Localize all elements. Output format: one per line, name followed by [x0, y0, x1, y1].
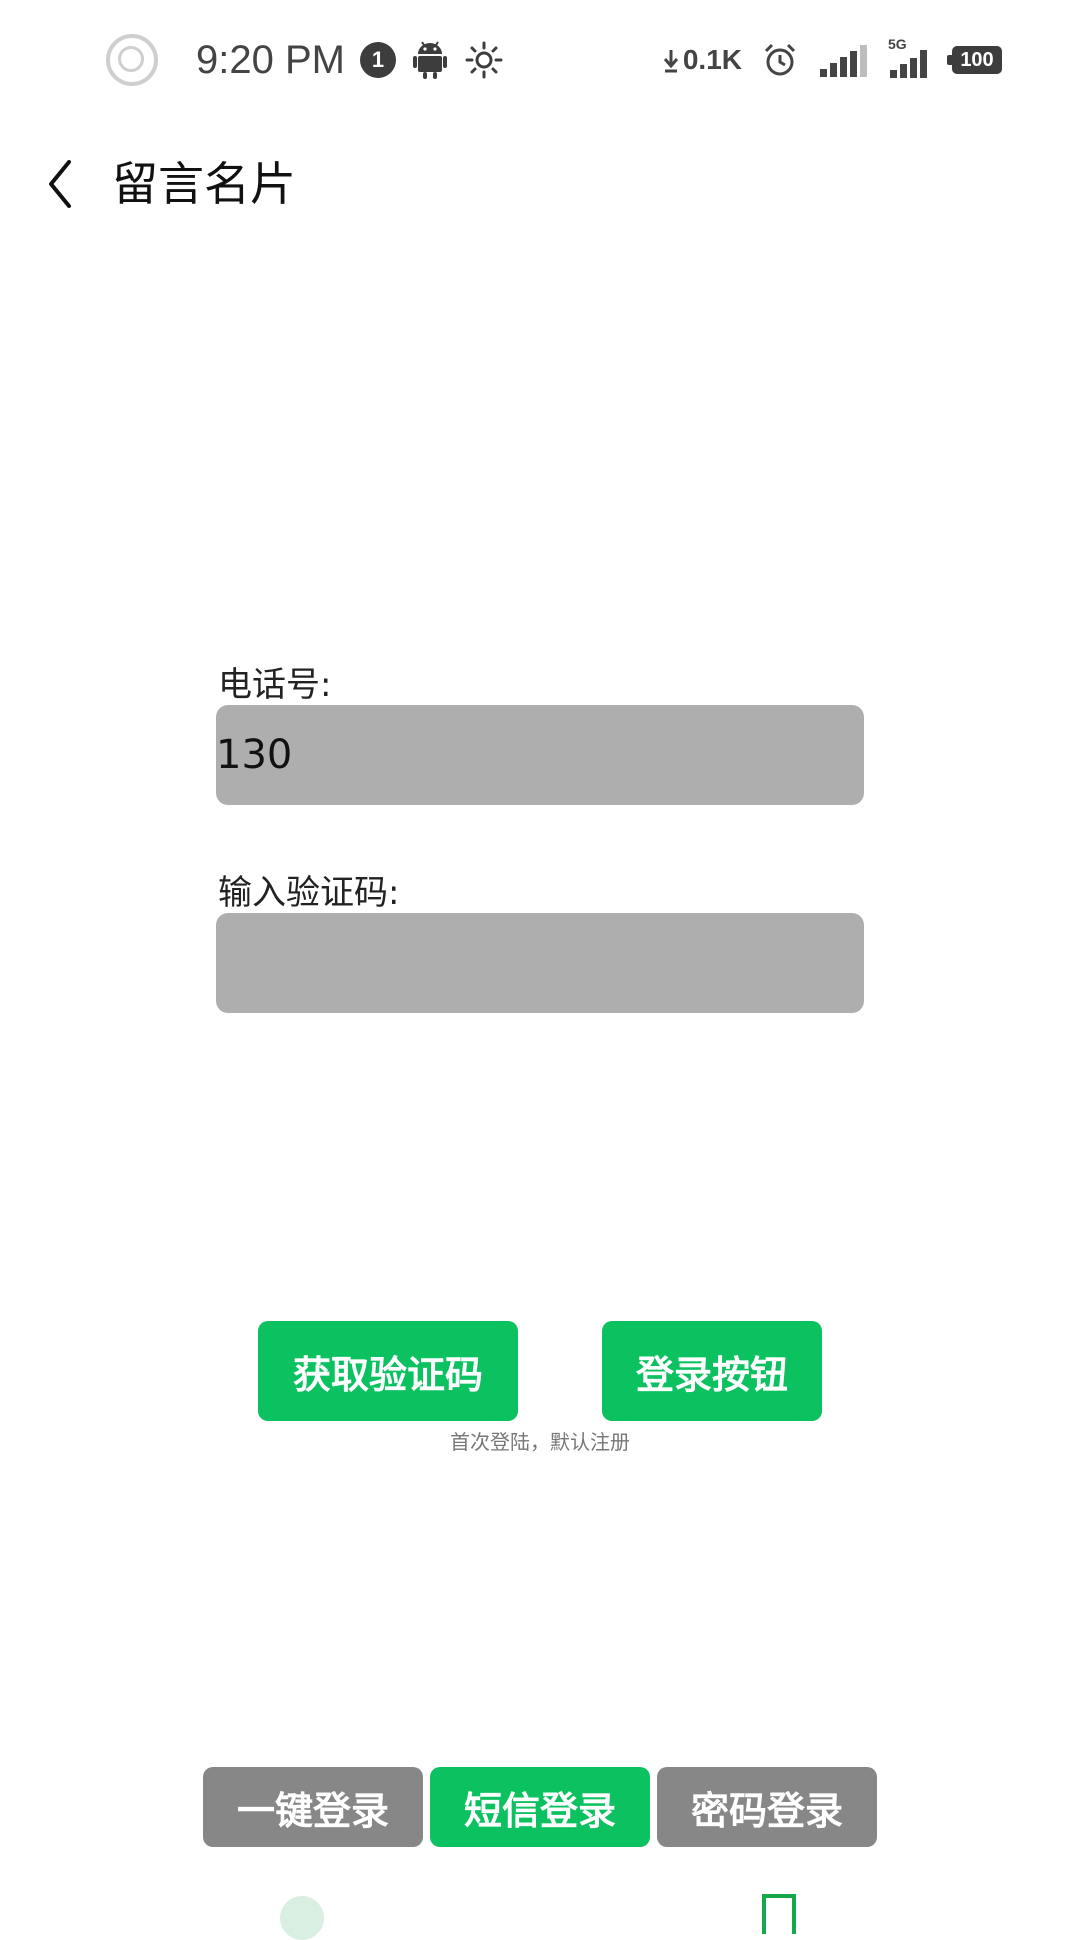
signal-bars-icon [820, 45, 867, 77]
status-bar: 9:20 PM 1 0.1K 5G 100 [0, 0, 1080, 120]
first-login-hint: 首次登陆，默认注册 [450, 1430, 630, 1454]
tab-sms-login[interactable]: 短信登录 [430, 1767, 650, 1847]
login-button[interactable]: 登录按钮 [602, 1321, 822, 1421]
brightness-icon [465, 41, 503, 79]
partial-bottom-icon [280, 1896, 324, 1940]
five-g-signal: 5G [888, 36, 932, 78]
notification-badge-icon: 1 [360, 42, 396, 78]
alarm-clock-icon [764, 43, 796, 76]
android-icon [413, 41, 447, 79]
phone-input[interactable] [216, 705, 864, 805]
tab-one-click-login[interactable]: 一键登录 [203, 1767, 423, 1847]
net-speed-value: 0.1K [682, 44, 742, 75]
verification-code-input[interactable] [216, 913, 864, 1013]
status-time: 9:20 PM [196, 38, 345, 82]
tab-password-login[interactable]: 密码登录 [657, 1767, 877, 1847]
code-label: 输入验证码: [218, 873, 400, 913]
status-left-icons: 1 [360, 38, 504, 82]
status-right-icons: 0.1K 5G 100 [663, 36, 1002, 80]
header: 留言名片 [0, 140, 1080, 230]
battery-icon: 100 [947, 46, 1002, 74]
get-code-button[interactable]: 获取验证码 [258, 1321, 518, 1421]
partial-bottom-icon [762, 1894, 796, 1934]
back-button[interactable] [30, 154, 90, 214]
phone-label: 电话号: [218, 665, 332, 705]
status-ring-icon [106, 34, 158, 86]
signal-bars-icon [890, 50, 927, 78]
net-speed: 0.1K [663, 44, 742, 76]
page-title: 留言名片 [112, 157, 296, 211]
chevron-left-icon [49, 160, 71, 208]
download-arrow-icon [663, 50, 678, 73]
